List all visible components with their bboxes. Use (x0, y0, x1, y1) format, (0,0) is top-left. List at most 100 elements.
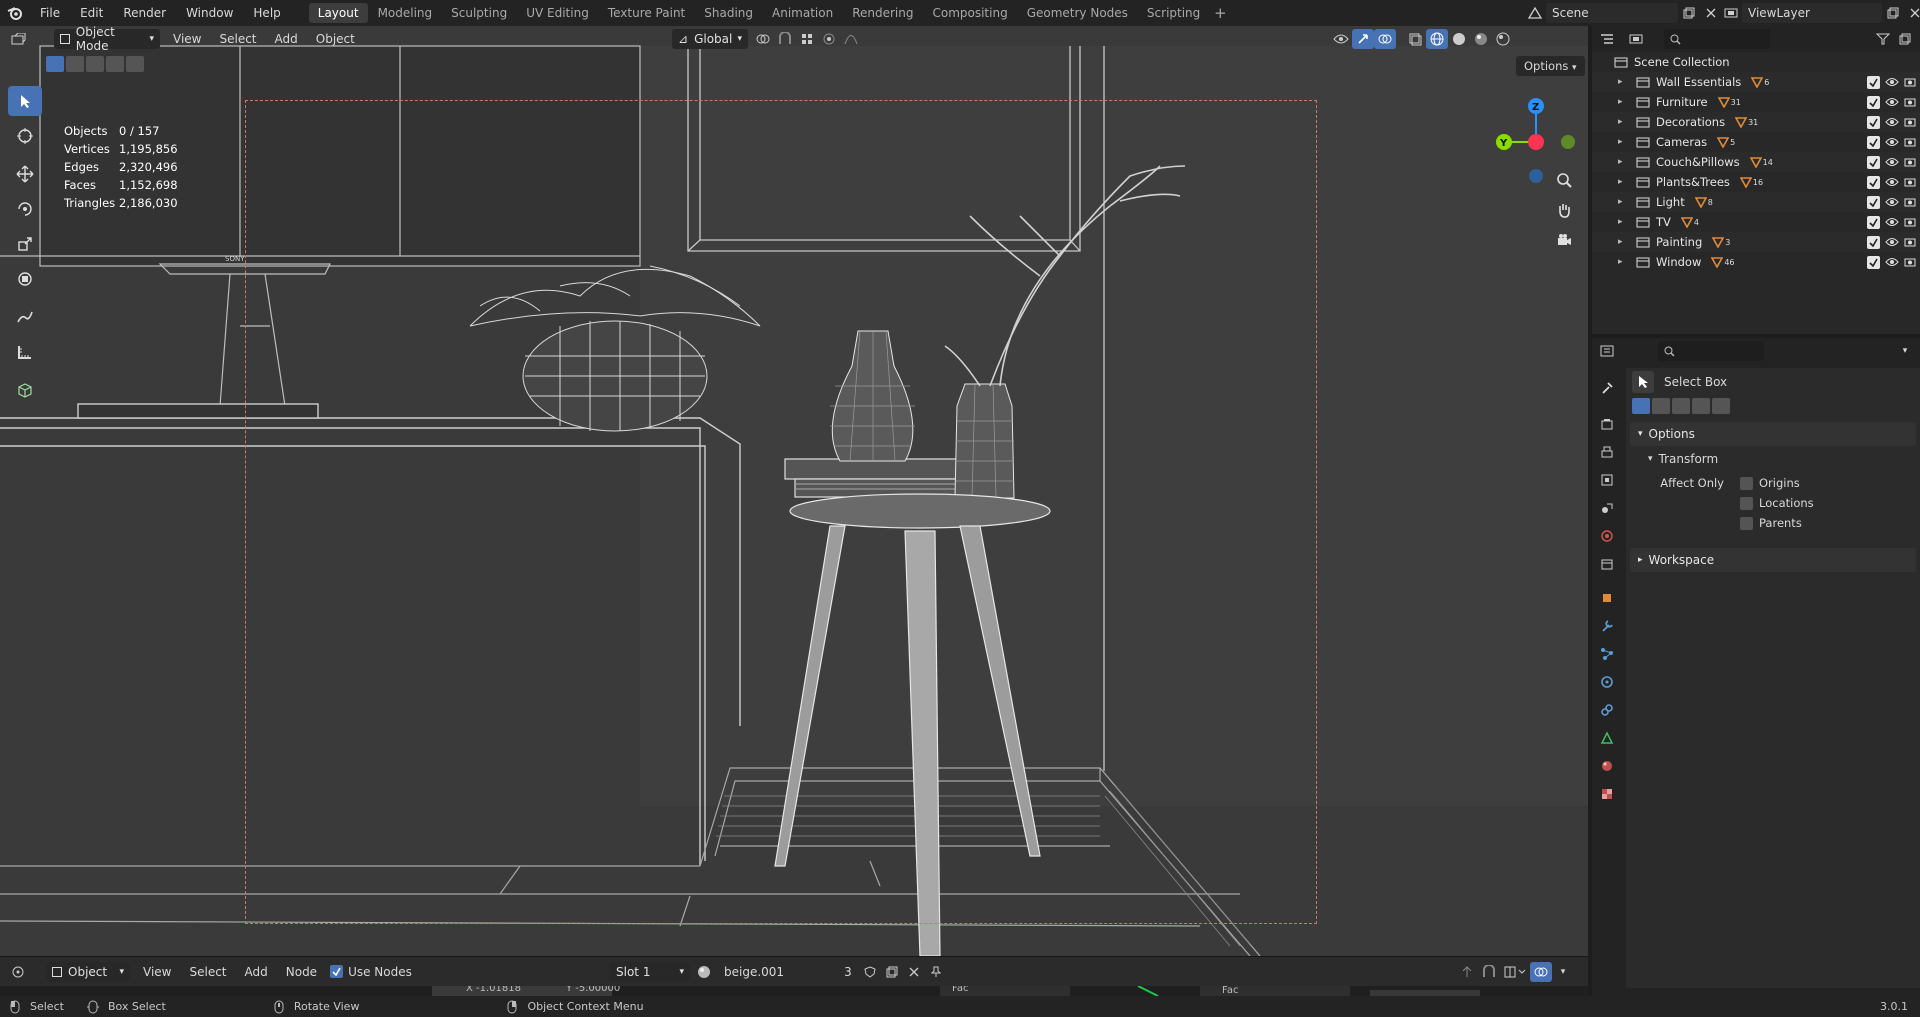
outliner-collection-row[interactable]: ▸ Furniture 31 (1592, 92, 1920, 112)
shader-menu-node[interactable]: Node (277, 962, 326, 982)
chevron-right-icon[interactable]: ▸ (1618, 157, 1632, 167)
new-collection-icon[interactable] (1894, 29, 1916, 49)
material-name-field[interactable]: beige.001 (718, 962, 836, 982)
locations-checkbox[interactable]: Locations (1740, 496, 1814, 510)
add-cube-tool[interactable] (8, 375, 42, 405)
select-box-tool[interactable] (8, 86, 42, 116)
object-tab-icon[interactable] (1592, 584, 1622, 612)
snap-target-icon[interactable] (796, 29, 818, 49)
camera-render-icon[interactable] (1904, 156, 1916, 168)
eye-icon[interactable] (1885, 157, 1899, 167)
solid-shading-icon[interactable] (1448, 29, 1470, 49)
modifier-tab-icon[interactable] (1592, 612, 1622, 640)
world-tab-icon[interactable] (1592, 522, 1622, 550)
transform-tool[interactable] (8, 264, 42, 294)
camera-render-icon[interactable] (1904, 216, 1916, 228)
node-snap-target-icon[interactable] (1500, 962, 1530, 982)
menu-edit[interactable]: Edit (70, 0, 113, 26)
camera-render-icon[interactable] (1904, 136, 1916, 148)
camera-render-icon[interactable] (1904, 236, 1916, 248)
chevron-right-icon[interactable]: ▸ (1618, 237, 1632, 247)
properties-search-input[interactable] (1658, 341, 1764, 361)
eye-icon[interactable] (1885, 137, 1899, 147)
material-tab-icon[interactable] (1592, 752, 1622, 780)
wireframe-shading-icon[interactable] (1426, 29, 1448, 49)
node-overlay-icon[interactable] (1530, 962, 1552, 982)
checkbox-icon[interactable] (1740, 476, 1753, 490)
menu-window[interactable]: Window (176, 0, 243, 26)
view-layer-tab-icon[interactable] (1592, 466, 1622, 494)
scene-collection-row[interactable]: Scene Collection (1592, 52, 1920, 72)
tab-scripting[interactable]: Scripting (1138, 3, 1209, 23)
editor-type-icon[interactable] (8, 29, 30, 49)
view-layer-field[interactable]: ViewLayer (1742, 3, 1882, 23)
scene-icon[interactable] (1524, 3, 1546, 23)
outliner-collection-row[interactable]: ▸ Cameras 5 (1592, 132, 1920, 152)
zoom-icon[interactable] (1550, 166, 1578, 194)
editor-type-icon[interactable] (1596, 341, 1618, 361)
eye-icon[interactable] (1885, 97, 1899, 107)
tab-uv-editing[interactable]: UV Editing (517, 3, 598, 23)
delete-view-layer-icon[interactable] (1904, 3, 1920, 23)
xray-icon[interactable] (1404, 29, 1426, 49)
menu-file[interactable]: File (30, 0, 70, 26)
menu-render[interactable]: Render (113, 0, 176, 26)
chevron-down-icon[interactable]: ▾ (1894, 341, 1916, 361)
scale-tool[interactable] (8, 229, 42, 259)
gizmo-toggle-icon[interactable] (1352, 29, 1374, 49)
tab-shading[interactable]: Shading (695, 3, 762, 23)
checkbox-icon[interactable] (1740, 496, 1753, 510)
tab-modeling[interactable]: Modeling (369, 3, 442, 23)
camera-render-icon[interactable] (1904, 256, 1916, 268)
node-editor-canvas[interactable]: X -1.01818 Y -5.00000 Fac Fac (0, 986, 1588, 996)
material-shading-icon[interactable] (1470, 29, 1492, 49)
add-workspace-button[interactable]: + (1210, 3, 1230, 23)
filter-icon[interactable] (1872, 29, 1894, 49)
snap-icon[interactable] (774, 29, 796, 49)
scene-name-field[interactable]: Scene (1546, 3, 1678, 23)
measure-tool[interactable] (8, 337, 42, 367)
exclude-checkbox[interactable] (1867, 155, 1880, 169)
shader-menu-view[interactable]: View (134, 962, 180, 982)
select-box-icon[interactable] (1632, 371, 1654, 393)
tab-geometry-nodes[interactable]: Geometry Nodes (1018, 3, 1137, 23)
camera-render-icon[interactable] (1904, 196, 1916, 208)
eye-icon[interactable] (1885, 177, 1899, 187)
select-new-icon[interactable] (1632, 398, 1650, 414)
exclude-checkbox[interactable] (1867, 95, 1880, 109)
visibility-icon[interactable] (1330, 29, 1352, 49)
parent-node-icon[interactable] (1456, 962, 1478, 982)
exclude-checkbox[interactable] (1867, 195, 1880, 209)
collection-tab-icon[interactable] (1592, 550, 1622, 578)
tab-layout[interactable]: Layout (308, 3, 368, 23)
select-extend-icon[interactable] (1652, 398, 1670, 414)
outliner-collection-row[interactable]: ▸ Decorations 31 (1592, 112, 1920, 132)
checkbox-icon[interactable] (1740, 516, 1753, 530)
editor-type-icon[interactable] (8, 962, 30, 982)
fake-user-icon[interactable] (859, 962, 881, 982)
shader-menu-select[interactable]: Select (180, 962, 235, 982)
outliner-collection-row[interactable]: ▸ Painting 3 (1592, 232, 1920, 252)
chevron-right-icon[interactable]: ▸ (1618, 257, 1632, 267)
chevron-right-icon[interactable]: ▸ (1618, 97, 1632, 107)
blender-logo-icon[interactable] (0, 0, 30, 26)
tab-texture-paint[interactable]: Texture Paint (599, 3, 694, 23)
mode-dropdown[interactable]: Object Mode ▾ (54, 26, 160, 53)
eye-icon[interactable] (1885, 77, 1899, 87)
select-invert-icon[interactable] (1692, 398, 1710, 414)
physics-tab-icon[interactable] (1592, 668, 1622, 696)
material-browse-icon[interactable] (694, 962, 716, 982)
camera-render-icon[interactable] (1904, 176, 1916, 188)
new-scene-icon[interactable] (1678, 3, 1700, 23)
select-subtract-icon[interactable] (86, 56, 104, 72)
select-extend-icon[interactable] (66, 56, 84, 72)
transform-subpanel-header[interactable]: ▾ Transform (1626, 448, 1920, 470)
shader-menu-add[interactable]: Add (236, 962, 277, 982)
select-invert-icon[interactable] (106, 56, 124, 72)
chevron-right-icon[interactable]: ▸ (1618, 137, 1632, 147)
rendered-shading-icon[interactable] (1492, 29, 1514, 49)
viewport-menu-view[interactable]: View (164, 29, 210, 49)
cursor-tool[interactable] (8, 121, 42, 151)
editor-type-icon[interactable] (1596, 29, 1618, 49)
workspace-panel-header[interactable]: ▸ Workspace (1630, 548, 1916, 572)
